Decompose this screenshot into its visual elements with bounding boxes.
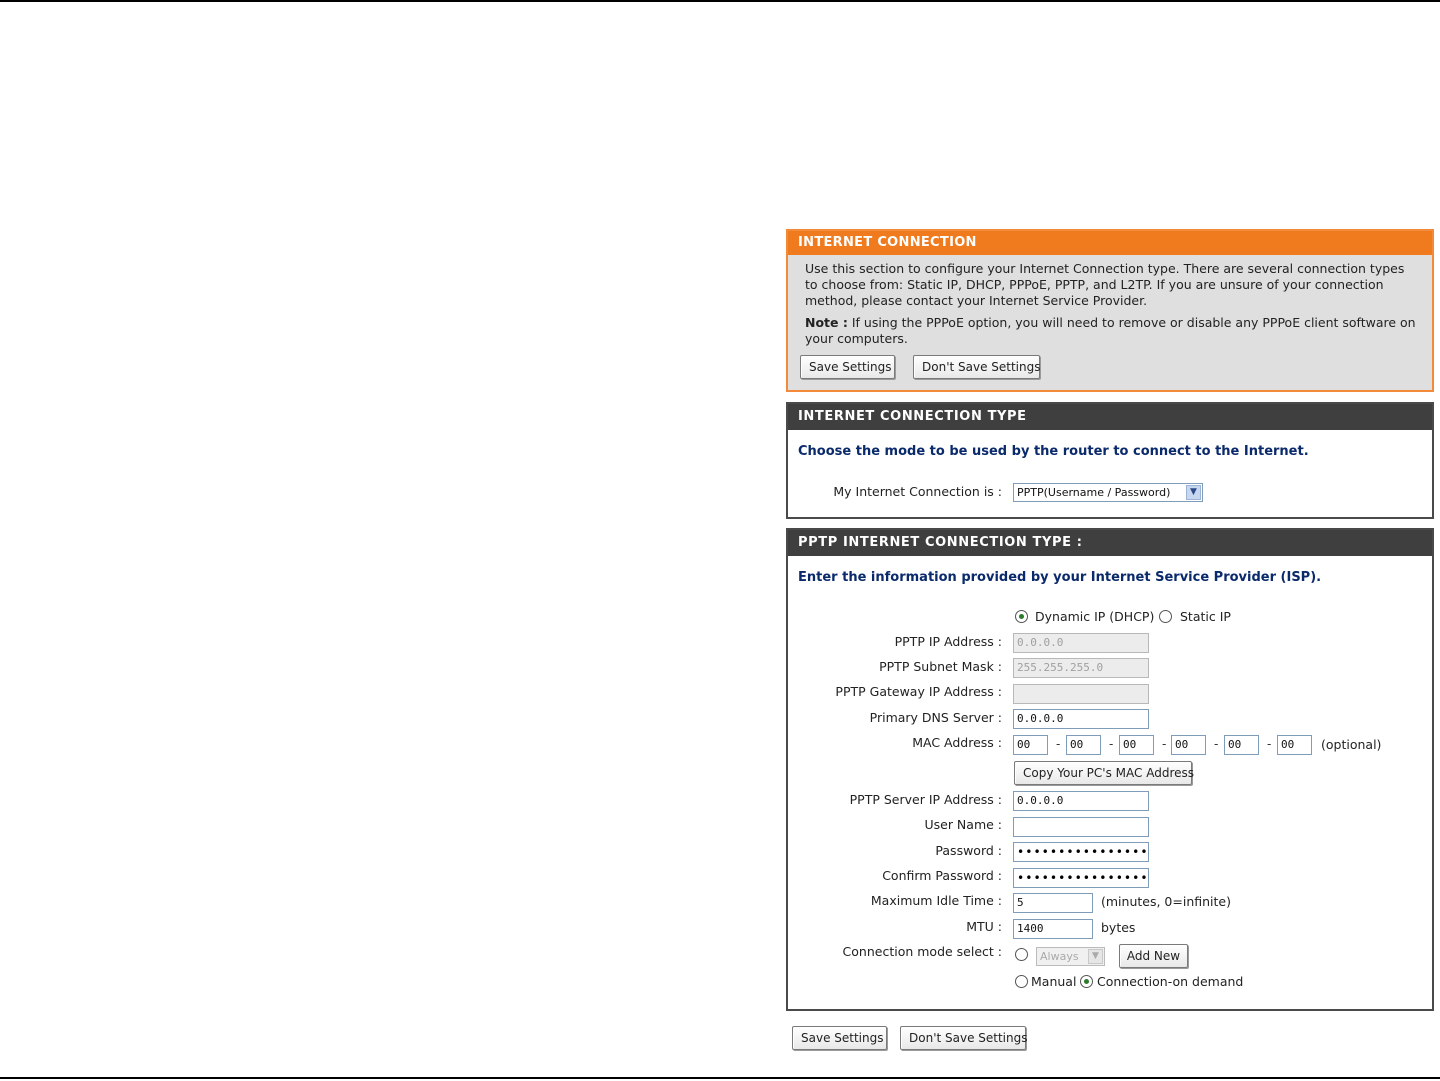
max-idle-hint: (minutes, 0=infinite) (1101, 894, 1231, 909)
mac-separator: - (1267, 737, 1272, 751)
mac-separator: - (1109, 737, 1114, 751)
connection-type-title: INTERNET CONNECTION TYPE (788, 404, 1432, 430)
max-idle-label: Maximum Idle Time : (870, 893, 1002, 908)
confirm-password-field[interactable]: ••••••••••••••••• (1013, 868, 1149, 888)
dynamic-ip-label: Dynamic IP (DHCP) (1035, 609, 1155, 624)
chevron-down-icon: ▼ (1186, 485, 1201, 500)
pptp-server-label: PPTP Server IP Address : (849, 792, 1002, 807)
connect-on-demand-radio[interactable] (1080, 975, 1093, 988)
pptp-ip-field[interactable]: 0.0.0.0 (1013, 633, 1149, 653)
mac-octet-field[interactable]: 00 (1013, 735, 1048, 755)
bottom-rule (0, 1077, 1440, 1079)
footer-dont-save-settings-button[interactable]: Don't Save Settings (900, 1026, 1028, 1050)
mac-octet-field[interactable]: 00 (1066, 735, 1101, 755)
dynamic-ip-radio[interactable] (1015, 610, 1028, 623)
mac-optional-hint: (optional) (1321, 737, 1382, 752)
note-text: If using the PPPoE option, you will need… (851, 315, 1416, 330)
pptp-server-field[interactable]: 0.0.0.0 (1013, 791, 1149, 811)
pptp-gateway-field[interactable] (1013, 684, 1149, 704)
chevron-down-icon: ▼ (1088, 949, 1103, 964)
internet-connection-panel: INTERNET CONNECTION Use this section to … (786, 229, 1434, 392)
pptp-title: PPTP INTERNET CONNECTION TYPE : (788, 530, 1432, 556)
dont-save-settings-button[interactable]: Don't Save Settings (913, 355, 1041, 379)
intro-note: Note : If using the PPPoE option, you wi… (805, 315, 1416, 347)
mac-octet-field[interactable]: 00 (1171, 735, 1206, 755)
primary-dns-label: Primary DNS Server : (869, 710, 1002, 725)
mac-octet-field[interactable]: 00 (1224, 735, 1259, 755)
schedule-select[interactable]: Always ▼ (1036, 947, 1105, 966)
password-label: Password : (935, 843, 1002, 858)
pptp-gateway-label: PPTP Gateway IP Address : (835, 684, 1002, 699)
intro-description-line: to choose from: Static IP, DHCP, PPPoE, … (805, 277, 1384, 292)
intro-description-line: Use this section to configure your Inter… (805, 261, 1405, 276)
internet-connection-title: INTERNET CONNECTION (788, 231, 1432, 255)
mac-octet-field[interactable]: 00 (1277, 735, 1312, 755)
connect-on-demand-label: Connection-on demand (1097, 974, 1244, 989)
pptp-panel: PPTP INTERNET CONNECTION TYPE : Enter th… (786, 528, 1434, 1011)
mac-separator: - (1162, 737, 1167, 751)
add-new-schedule-button[interactable]: Add New (1119, 944, 1188, 968)
pptp-ip-label: PPTP IP Address : (894, 634, 1002, 649)
static-ip-radio[interactable] (1159, 610, 1172, 623)
username-label: User Name : (924, 817, 1002, 832)
username-field[interactable] (1013, 817, 1149, 837)
pptp-lead: Enter the information provided by your I… (798, 570, 1322, 585)
always-on-radio[interactable] (1015, 948, 1028, 961)
mac-separator: - (1214, 737, 1219, 751)
mtu-unit: bytes (1101, 920, 1136, 935)
password-field[interactable]: ••••••••••••••••• (1013, 842, 1149, 862)
pptp-subnet-field[interactable]: 255.255.255.0 (1013, 658, 1149, 678)
manual-label: Manual (1031, 974, 1077, 989)
mtu-field[interactable]: 1400 (1013, 919, 1093, 939)
connection-type-selected: PPTP(Username / Password) (1017, 486, 1171, 499)
schedule-selected: Always (1040, 950, 1079, 963)
save-settings-button[interactable]: Save Settings (800, 355, 895, 379)
note-text: your computers. (805, 331, 908, 346)
top-rule (0, 0, 1440, 2)
static-ip-label: Static IP (1180, 609, 1231, 624)
max-idle-field[interactable]: 5 (1013, 893, 1093, 913)
footer-save-settings-button[interactable]: Save Settings (792, 1026, 887, 1050)
pptp-subnet-label: PPTP Subnet Mask : (879, 659, 1002, 674)
intro-description-line: method, please contact your Internet Ser… (805, 293, 1148, 308)
copy-mac-button[interactable]: Copy Your PC's MAC Address (1014, 761, 1194, 785)
manual-radio[interactable] (1015, 975, 1028, 988)
primary-dns-field[interactable]: 0.0.0.0 (1013, 709, 1149, 729)
intro-description: Use this section to configure your Inter… (805, 261, 1416, 309)
connection-mode-label: Connection mode select : (842, 944, 1002, 959)
mac-separator: - (1056, 737, 1061, 751)
connection-type-select[interactable]: PPTP(Username / Password) ▼ (1013, 483, 1203, 502)
mac-octet-field[interactable]: 00 (1119, 735, 1154, 755)
confirm-password-label: Confirm Password : (882, 868, 1002, 883)
mtu-label: MTU : (966, 919, 1002, 934)
connection-type-panel: INTERNET CONNECTION TYPE Choose the mode… (786, 402, 1434, 519)
mac-address-label: MAC Address : (912, 735, 1002, 750)
note-label: Note : (805, 315, 848, 330)
connection-type-label: My Internet Connection is : (833, 484, 1002, 499)
connection-type-lead: Choose the mode to be used by the router… (798, 444, 1309, 459)
